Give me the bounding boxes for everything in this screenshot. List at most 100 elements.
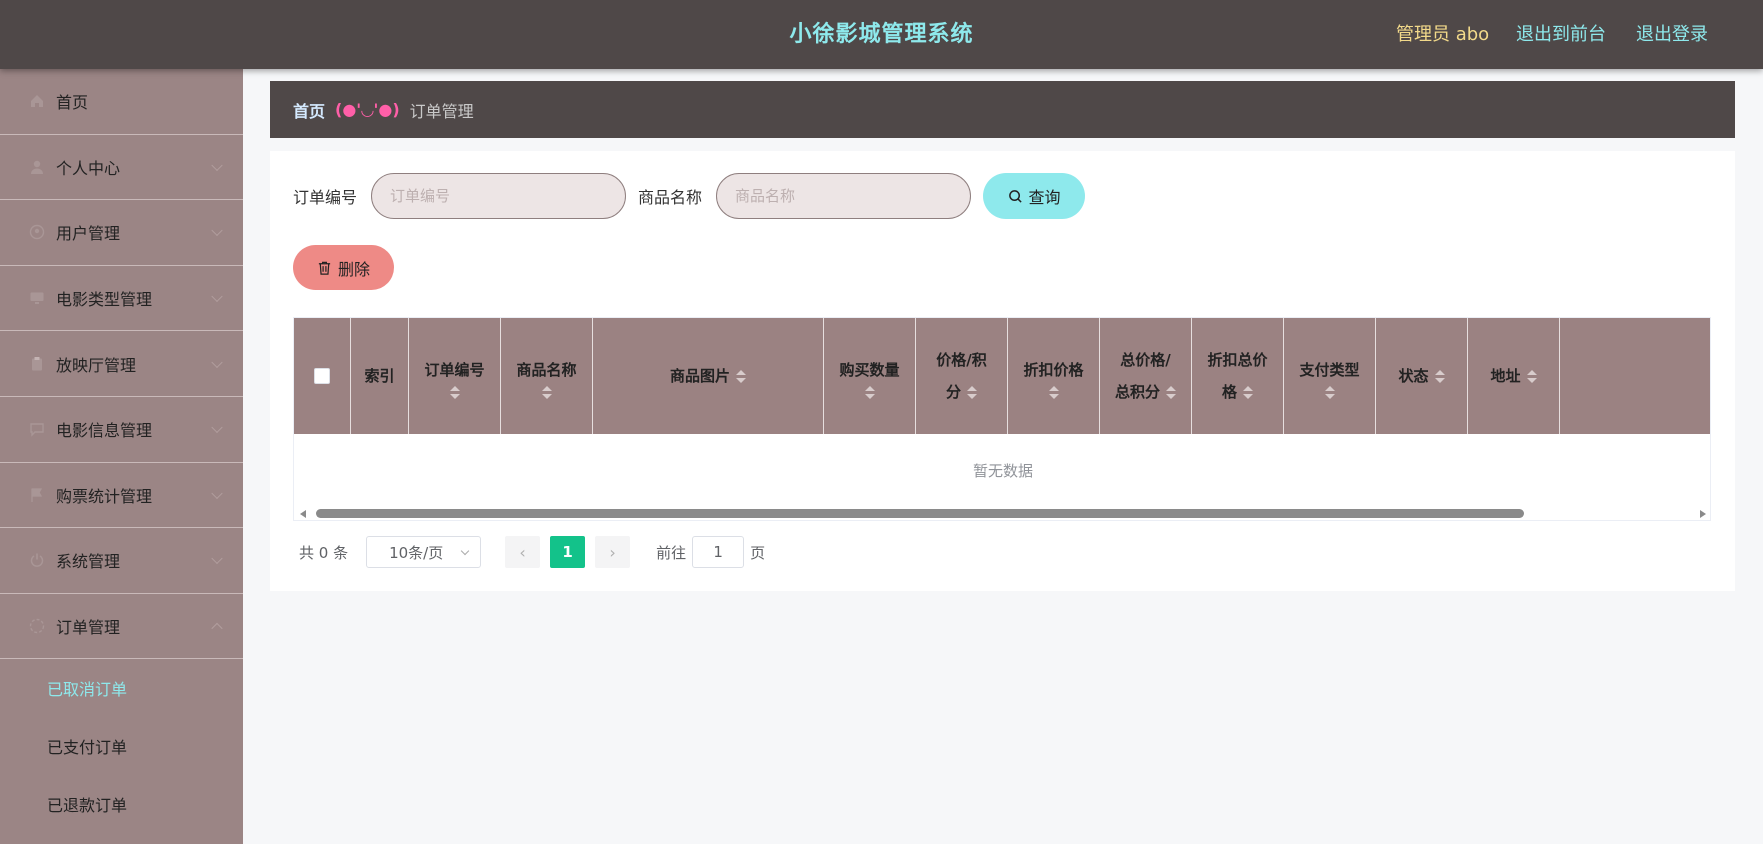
column-header-11[interactable]: 地址 — [1468, 318, 1560, 434]
sort-icon[interactable] — [1324, 385, 1335, 399]
column-header-10[interactable]: 状态 — [1376, 318, 1468, 434]
product-name-label: 商品名称 — [638, 188, 703, 207]
column-header-label: 索引 — [364, 367, 395, 385]
page-size-value: 10条/页 — [389, 543, 444, 562]
next-page-button[interactable]: › — [595, 536, 631, 568]
column-header-label: 商品名称 — [516, 360, 577, 379]
column-header-label-2: 分 — [945, 383, 961, 401]
sort-icon[interactable] — [967, 385, 977, 399]
column-header-1[interactable]: 订单编号 — [409, 318, 501, 434]
column-header-label: 价格/积 — [936, 351, 987, 369]
sort-icon[interactable] — [541, 385, 552, 399]
total-count: 共 0 条 — [299, 543, 349, 562]
submenu-item-2[interactable]: 已退款订单 — [0, 775, 243, 833]
clipboard-icon — [28, 355, 46, 373]
submenu-item-1[interactable]: 已支付订单 — [0, 717, 243, 775]
chevron-down-icon — [211, 356, 223, 368]
chevron-down-icon — [211, 553, 223, 565]
column-header-label: 支付类型 — [1299, 360, 1360, 379]
goto-label: 前往 — [656, 543, 687, 562]
scroll-left-arrow[interactable] — [300, 510, 306, 518]
breadcrumb-home[interactable]: 首页 — [293, 98, 325, 122]
order-no-input[interactable] — [371, 173, 627, 219]
column-header-label: 总价格/ — [1120, 351, 1171, 369]
sidebar-item-label: 电影类型管理 — [56, 290, 153, 310]
users-icon — [28, 223, 46, 241]
scroll-thumb[interactable] — [316, 509, 1524, 518]
sort-icon[interactable] — [1434, 369, 1445, 383]
main-panel: 订单编号 商品名称 查询 删除 索引订单编号商品名称商品图片购买数量价格/积分折… — [270, 151, 1735, 591]
sidebar-item-5[interactable]: 电影信息管理 — [0, 397, 243, 463]
breadcrumb: 首页 (●'◡'●) 订单管理 — [270, 81, 1735, 138]
column-header-label: 状态 — [1398, 367, 1429, 385]
delete-button[interactable]: 删除 — [293, 245, 394, 290]
power-icon — [28, 551, 46, 569]
sidebar-item-7[interactable]: 系统管理 — [0, 528, 243, 594]
goto-page-input[interactable] — [692, 536, 745, 568]
column-header-label: 地址 — [1490, 367, 1521, 385]
sort-icon[interactable] — [1526, 369, 1537, 383]
scroll-right-arrow[interactable] — [1700, 510, 1706, 518]
admin-label: 管理员 abo — [1396, 24, 1490, 45]
page-number-current[interactable]: 1 — [550, 536, 586, 568]
trash-icon — [317, 260, 332, 276]
chevron-down-icon — [460, 546, 470, 556]
sidebar-item-4[interactable]: 放映厅管理 — [0, 331, 243, 397]
prev-page-button[interactable]: ‹ — [505, 536, 541, 568]
column-header-3[interactable]: 商品图片 — [593, 318, 824, 434]
product-name-input[interactable] — [716, 173, 972, 219]
column-header-4[interactable]: 购买数量 — [824, 318, 916, 434]
monitor-icon — [28, 289, 46, 307]
page-suffix: 页 — [750, 543, 766, 562]
column-header-2[interactable]: 商品名称 — [501, 318, 593, 434]
column-header-8[interactable]: 折扣总价格 — [1192, 318, 1284, 434]
breadcrumb-separator: (●'◡'●) — [335, 100, 400, 119]
sort-icon[interactable] — [449, 385, 460, 399]
order-icon — [28, 617, 46, 635]
delete-button-label: 删除 — [337, 259, 370, 279]
sidebar-item-1[interactable]: 个人中心 — [0, 135, 243, 201]
select-all-cell — [294, 318, 351, 434]
sidebar-item-6[interactable]: 购票统计管理 — [0, 463, 243, 529]
sidebar-item-8[interactable]: 订单管理 — [0, 594, 243, 660]
flag-icon — [28, 486, 46, 504]
column-header-6[interactable]: 折扣价格 — [1008, 318, 1100, 434]
sidebar-item-0[interactable]: 首页 — [0, 69, 243, 135]
sort-icon[interactable] — [736, 369, 746, 383]
logout-link[interactable]: 退出登录 — [1636, 0, 1708, 69]
column-header-0: 索引 — [351, 318, 409, 434]
page-size-select[interactable]: 10条/页 — [366, 536, 482, 568]
sort-icon[interactable] — [1048, 385, 1059, 399]
column-header-7[interactable]: 总价格/总积分 — [1100, 318, 1192, 434]
sidebar-item-3[interactable]: 电影类型管理 — [0, 266, 243, 332]
chevron-down-icon — [211, 422, 223, 434]
chevron-right-icon: › — [609, 542, 616, 562]
query-button[interactable]: 查询 — [983, 173, 1086, 219]
horizontal-scrollbar[interactable] — [294, 507, 1710, 520]
chevron-down-icon — [211, 290, 223, 303]
column-header-label: 折扣总价 — [1207, 351, 1268, 369]
sidebar-item-label: 电影信息管理 — [56, 421, 153, 441]
pagination: 共 0 条 10条/页 ‹ 1 › 前往 页 — [299, 536, 765, 568]
chevron-down-icon — [211, 225, 223, 237]
select-all-checkbox[interactable] — [314, 368, 330, 384]
query-button-label: 查询 — [1028, 188, 1061, 207]
sort-icon[interactable] — [1243, 385, 1253, 399]
app-title: 小徐影城管理系统 — [789, 22, 974, 47]
column-header-label: 订单编号 — [424, 360, 485, 379]
home-icon — [28, 92, 46, 110]
sort-icon[interactable] — [864, 385, 875, 399]
order-no-label: 订单编号 — [293, 188, 358, 207]
user-icon — [28, 158, 46, 176]
exit-to-frontend-link[interactable]: 退出到前台 — [1516, 0, 1606, 69]
column-header-5[interactable]: 价格/积分 — [916, 318, 1008, 434]
sidebar-item-label: 订单管理 — [56, 618, 121, 638]
sidebar-item-label: 用户管理 — [56, 224, 121, 244]
sidebar-item-2[interactable]: 用户管理 — [0, 200, 243, 266]
column-header-9[interactable]: 支付类型 — [1284, 318, 1376, 434]
table-header: 索引 订单编号 商品名称 商品图片 购买数量 价格/积分折扣价格 总价格/总积分 折扣总价格支… — [294, 318, 1710, 434]
sort-icon[interactable] — [1166, 385, 1176, 399]
sidebar-item-label: 个人中心 — [56, 158, 121, 178]
sidebar-item-label: 放映厅管理 — [56, 355, 137, 375]
submenu-item-0[interactable]: 已取消订单 — [0, 659, 243, 717]
